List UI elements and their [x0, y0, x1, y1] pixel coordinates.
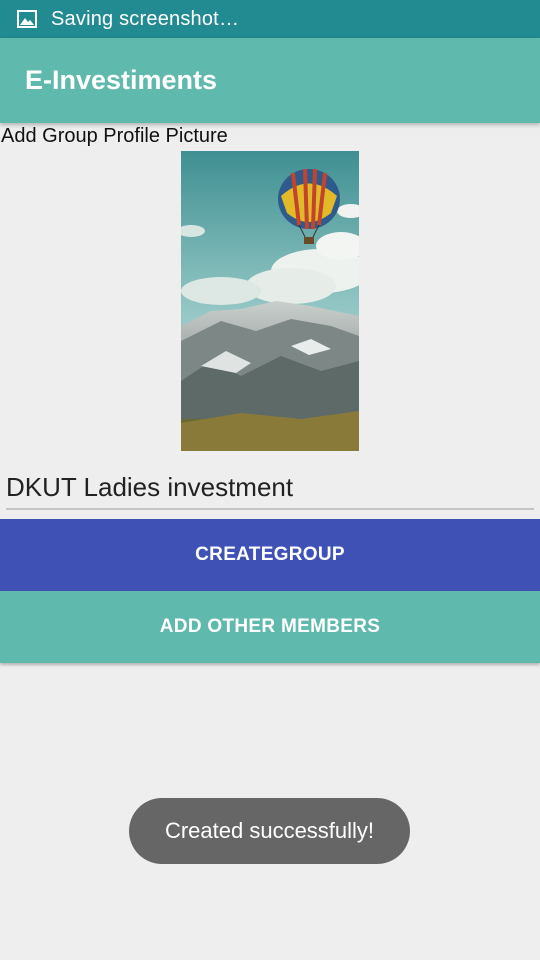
add-members-button[interactable]: ADD OTHER MEMBERS [0, 591, 540, 663]
create-group-button[interactable]: CREATEGROUP [0, 519, 540, 591]
image-icon [16, 8, 38, 30]
app-bar: E-Investiments [0, 38, 540, 123]
profile-picture-label: Add Group Profile Picture [1, 125, 228, 147]
group-profile-picture[interactable] [181, 151, 359, 451]
app-title: E-Investiments [25, 65, 218, 95]
status-text: Saving screenshot… [51, 7, 240, 30]
toast-message: Created successfully! [129, 798, 410, 864]
status-bar: Saving screenshot… [0, 0, 540, 38]
group-name-input[interactable] [6, 466, 534, 510]
